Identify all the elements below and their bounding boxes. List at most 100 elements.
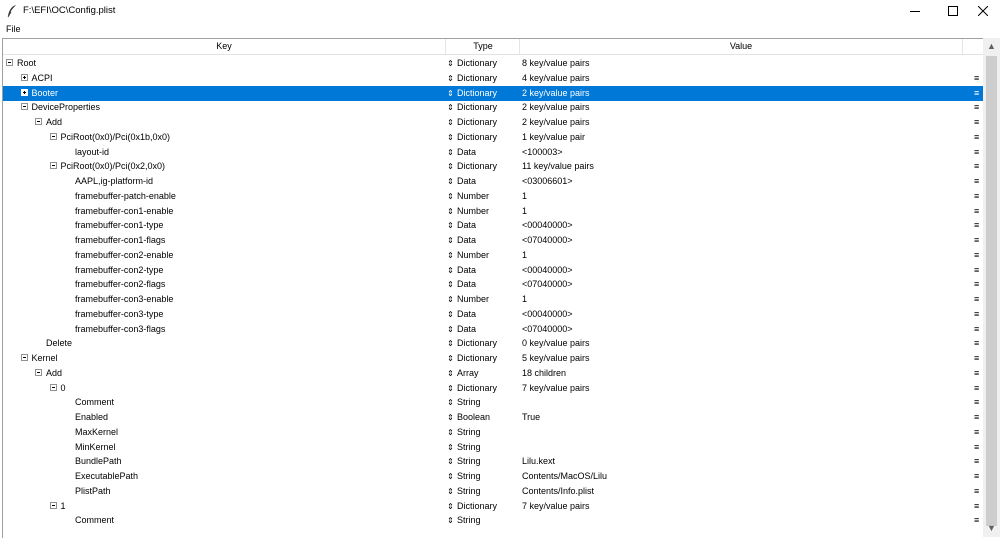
column-header-value[interactable]: Value (520, 39, 962, 54)
row-value[interactable]: <00040000> (522, 263, 573, 278)
row-value[interactable]: 7 key/value pairs (522, 499, 590, 514)
minimize-button[interactable] (898, 0, 932, 22)
collapse-icon[interactable] (49, 501, 57, 509)
row-key[interactable]: 0 (61, 381, 66, 396)
row-menu-icon[interactable]: ≡ (974, 174, 979, 189)
type-updown-icon[interactable]: ⇕ (447, 322, 454, 337)
row-key[interactable]: MaxKernel (75, 425, 118, 440)
type-updown-icon[interactable]: ⇕ (447, 248, 454, 263)
row-type[interactable]: ⇕ Dictionary (447, 71, 497, 86)
close-button[interactable] (966, 0, 1000, 22)
row-key[interactable]: framebuffer-patch-enable (75, 189, 176, 204)
tree-row[interactable]: framebuffer-con1-enable ⇕ Number 1 ≡ (3, 204, 993, 219)
row-key[interactable]: Comment (75, 513, 114, 528)
row-menu-icon[interactable]: ≡ (974, 277, 979, 292)
scroll-down-arrow-icon[interactable]: ▼ (983, 520, 1000, 537)
collapse-icon[interactable] (49, 162, 57, 170)
type-updown-icon[interactable]: ⇕ (447, 277, 454, 292)
tree-row[interactable]: framebuffer-con1-flags ⇕ Data <07040000> ≡ (3, 233, 993, 248)
type-updown-icon[interactable]: ⇕ (447, 513, 454, 528)
row-menu-icon[interactable]: ≡ (974, 484, 979, 499)
tree-row[interactable]: framebuffer-con2-flags ⇕ Data <07040000> ≡ (3, 277, 993, 292)
row-key[interactable]: ACPI (32, 71, 53, 86)
row-type[interactable]: ⇕ Dictionary (447, 336, 497, 351)
row-key[interactable]: AAPL,ig-platform-id (75, 174, 153, 189)
tree-row[interactable]: Comment ⇕ String ≡ (3, 395, 993, 410)
row-key[interactable]: layout-id (75, 145, 109, 160)
type-updown-icon[interactable]: ⇕ (447, 130, 454, 145)
row-value[interactable]: <07040000> (522, 233, 573, 248)
row-value[interactable]: <07040000> (522, 277, 573, 292)
row-key[interactable]: PciRoot(0x0)/Pci(0x2,0x0) (61, 159, 166, 174)
row-type[interactable]: ⇕ String (447, 425, 480, 440)
row-key[interactable]: PciRoot(0x0)/Pci(0x1b,0x0) (61, 130, 171, 145)
type-updown-icon[interactable]: ⇕ (447, 71, 454, 86)
tree-row[interactable]: Add ⇕ Array 18 children ≡ (3, 366, 993, 381)
row-menu-icon[interactable]: ≡ (974, 366, 979, 381)
row-menu-icon[interactable]: ≡ (974, 263, 979, 278)
row-value[interactable]: <03006601> (522, 174, 573, 189)
row-key[interactable]: Comment (75, 395, 114, 410)
tree-row[interactable]: MinKernel ⇕ String ≡ (3, 440, 993, 455)
row-menu-icon[interactable]: ≡ (974, 499, 979, 514)
row-menu-icon[interactable]: ≡ (974, 307, 979, 322)
expand-icon[interactable] (20, 73, 28, 81)
type-updown-icon[interactable]: ⇕ (447, 292, 454, 307)
expand-icon[interactable] (20, 88, 28, 96)
row-value[interactable]: 2 key/value pairs (522, 86, 590, 101)
tree-row[interactable]: Root ⇕ Dictionary 8 key/value pairs (3, 56, 993, 71)
row-menu-icon[interactable]: ≡ (974, 233, 979, 248)
row-type[interactable]: ⇕ String (447, 469, 480, 484)
row-menu-icon[interactable]: ≡ (974, 469, 979, 484)
type-updown-icon[interactable]: ⇕ (447, 174, 454, 189)
collapse-icon[interactable] (49, 383, 57, 391)
maximize-button[interactable] (936, 0, 970, 22)
row-value[interactable]: 2 key/value pairs (522, 100, 590, 115)
row-key[interactable]: Add (46, 366, 62, 381)
row-type[interactable]: ⇕ String (447, 440, 480, 455)
collapse-icon[interactable] (20, 354, 28, 361)
row-menu-icon[interactable]: ≡ (974, 130, 979, 145)
row-key[interactable]: framebuffer-con1-type (75, 218, 163, 233)
row-value[interactable]: 1 (522, 204, 527, 219)
row-key[interactable]: Enabled (75, 410, 108, 425)
row-menu-icon[interactable]: ≡ (974, 351, 979, 366)
row-type[interactable]: ⇕ Number (447, 292, 489, 307)
row-key[interactable]: framebuffer-con3-flags (75, 322, 165, 337)
tree-row[interactable]: Booter ⇕ Dictionary 2 key/value pairs ≡ (3, 85, 993, 101)
tree-row[interactable]: framebuffer-con3-enable ⇕ Number 1 ≡ (3, 292, 993, 307)
row-menu-icon[interactable]: ≡ (974, 115, 979, 130)
menu-file[interactable]: File (6, 24, 21, 34)
row-value[interactable]: 4 key/value pairs (522, 71, 590, 86)
row-type[interactable]: ⇕ Data (447, 174, 476, 189)
tree-row[interactable]: DeviceProperties ⇕ Dictionary 2 key/value p… (3, 100, 993, 115)
scrollbar-thumb[interactable] (986, 56, 997, 526)
type-updown-icon[interactable]: ⇕ (447, 454, 454, 469)
type-updown-icon[interactable]: ⇕ (447, 189, 454, 204)
row-key[interactable]: framebuffer-con2-flags (75, 277, 165, 292)
row-value[interactable]: Lilu.kext (522, 454, 555, 469)
row-type[interactable]: ⇕ Dictionary (447, 100, 497, 115)
tree-row[interactable]: ExecutablePath ⇕ String Contents/MacOS/Lilu… (3, 469, 993, 484)
collapse-icon[interactable] (6, 59, 13, 66)
vertical-scrollbar[interactable]: ▲ ▼ (983, 38, 1000, 537)
tree-row[interactable]: MaxKernel ⇕ String ≡ (3, 425, 993, 440)
row-menu-icon[interactable]: ≡ (974, 218, 979, 233)
type-updown-icon[interactable]: ⇕ (447, 336, 454, 351)
tree-row[interactable]: PciRoot(0x0)/Pci(0x1b,0x0) ⇕ Dictionary 1 k… (3, 130, 993, 145)
type-updown-icon[interactable]: ⇕ (447, 366, 454, 381)
row-value[interactable]: Contents/Info.plist (522, 484, 594, 499)
tree-row[interactable]: framebuffer-patch-enable ⇕ Number 1 ≡ (3, 189, 993, 204)
row-type[interactable]: ⇕ String (447, 513, 480, 528)
tree-row[interactable]: BundlePath ⇕ String Lilu.kext ≡ (3, 454, 993, 469)
tree-row[interactable]: PciRoot(0x0)/Pci(0x2,0x0) ⇕ Dictionary 11 k… (3, 159, 993, 174)
row-menu-icon[interactable]: ≡ (974, 204, 979, 219)
row-menu-icon[interactable]: ≡ (974, 454, 979, 469)
row-menu-icon[interactable]: ≡ (974, 336, 979, 351)
row-menu-icon[interactable]: ≡ (974, 513, 979, 528)
row-menu-icon[interactable]: ≡ (974, 159, 979, 174)
row-type[interactable]: ⇕ Dictionary (447, 499, 497, 514)
row-value[interactable]: 11 key/value pairs (522, 159, 594, 174)
row-key[interactable]: Booter (32, 86, 59, 101)
type-updown-icon[interactable]: ⇕ (447, 307, 454, 322)
